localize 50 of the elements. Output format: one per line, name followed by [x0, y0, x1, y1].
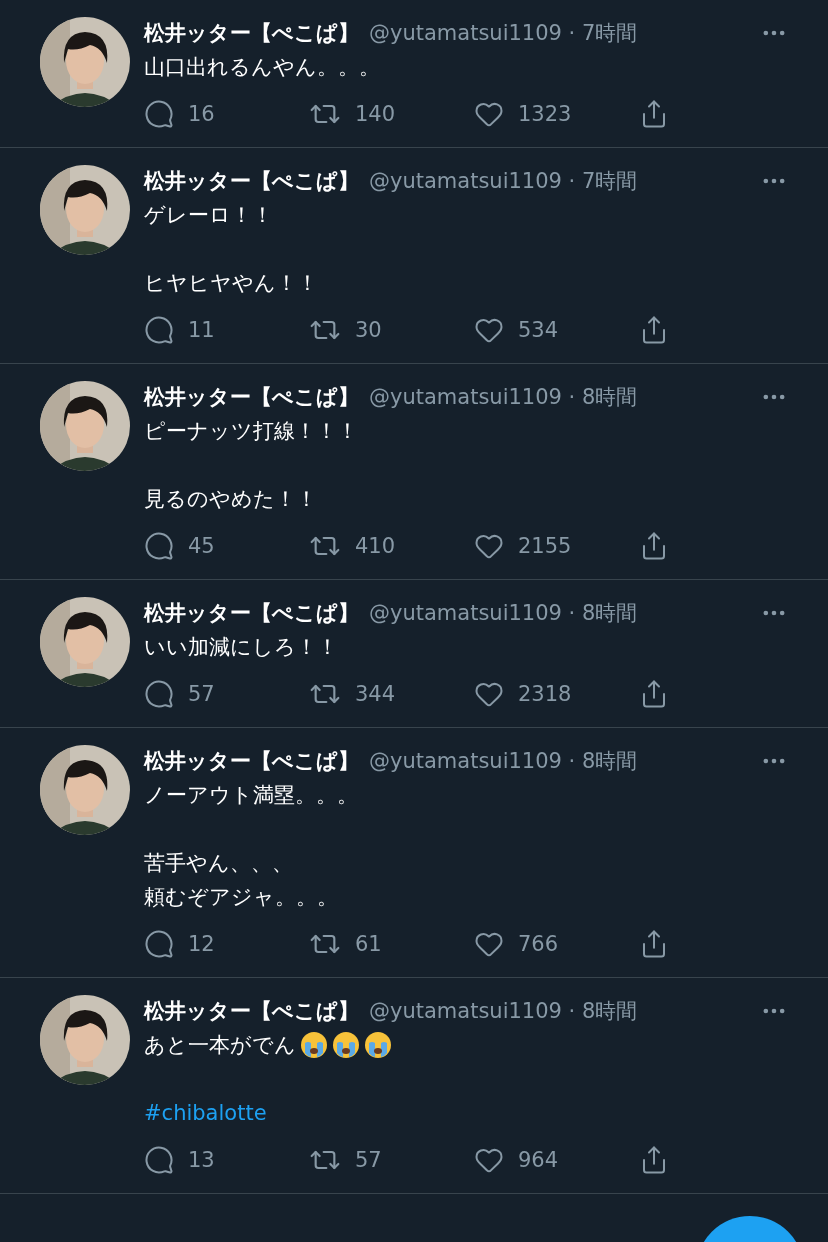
reply-icon[interactable] — [144, 531, 174, 561]
tweet-text: ゲレーロ！！ — [144, 202, 273, 229]
reply-icon[interactable] — [144, 99, 174, 129]
author-name[interactable]: 松井ッター【ぺこぱ】 — [144, 167, 359, 195]
like-count: 766 — [518, 932, 559, 956]
like-count: 2155 — [518, 534, 572, 558]
tweet-meta: @yutamatsui1109 · 8時間 — [369, 384, 639, 411]
reply-icon[interactable] — [144, 679, 174, 709]
reply-count: 45 — [188, 534, 215, 558]
retweet-count: 140 — [355, 102, 396, 126]
crying-face-icon — [300, 1031, 328, 1059]
author-name[interactable]: 松井ッター【ぺこぱ】 — [144, 19, 359, 47]
reply-icon[interactable] — [144, 1145, 174, 1175]
like-count: 1323 — [518, 102, 572, 126]
reply-count: 16 — [188, 102, 215, 126]
like-count: 534 — [518, 318, 559, 342]
reply-count: 11 — [188, 318, 215, 342]
tweet-meta: @yutamatsui1109 · 7時間 — [369, 168, 639, 195]
reply-count: 12 — [188, 932, 215, 956]
tweet-text: 山口出れるんやん。。。 — [144, 54, 380, 81]
tweet-meta: @yutamatsui1109 · 8時間 — [369, 748, 639, 775]
reply-icon[interactable] — [144, 929, 174, 959]
hashtag-link[interactable]: #chibalotte — [144, 1096, 267, 1130]
crying-face-icon — [364, 1031, 392, 1059]
tweet-text: ノーアウト満塁。。。 — [144, 782, 358, 809]
like-count: 2318 — [518, 682, 572, 706]
tweet-text: 頼むぞアジャ。。。 — [144, 884, 338, 911]
author-name[interactable]: 松井ッター【ぺこぱ】 — [144, 383, 359, 411]
tweet-text: 苦手やん、、、 — [144, 850, 293, 877]
tweet-meta: @yutamatsui1109 · 7時間 — [369, 20, 639, 47]
tweet-text: ヒヤヒヤやん！！ — [144, 270, 318, 297]
tweet-text: いい加減にしろ！！ — [144, 634, 338, 661]
crying-face-icon — [332, 1031, 360, 1059]
tweet-text: あと一本がでん — [144, 1032, 296, 1059]
tweet-text: 見るのやめた！！ — [144, 486, 317, 513]
retweet-count: 344 — [355, 682, 396, 706]
author-name[interactable]: 松井ッター【ぺこぱ】 — [144, 599, 359, 627]
author-name[interactable]: 松井ッター【ぺこぱ】 — [144, 997, 359, 1025]
retweet-count: 30 — [355, 318, 382, 342]
author-name[interactable]: 松井ッター【ぺこぱ】 — [144, 747, 359, 775]
tweet-meta: @yutamatsui1109 · 8時間 — [369, 998, 639, 1025]
like-count: 964 — [518, 1148, 559, 1172]
tweet-meta: @yutamatsui1109 · 8時間 — [369, 600, 639, 627]
reply-icon[interactable] — [144, 315, 174, 345]
tweet-text: ピーナッツ打線！！！ — [144, 418, 358, 445]
retweet-count: 61 — [355, 932, 382, 956]
retweet-count: 410 — [355, 534, 396, 558]
reply-count: 57 — [188, 682, 215, 706]
reply-count: 13 — [188, 1148, 215, 1172]
retweet-count: 57 — [355, 1148, 382, 1172]
